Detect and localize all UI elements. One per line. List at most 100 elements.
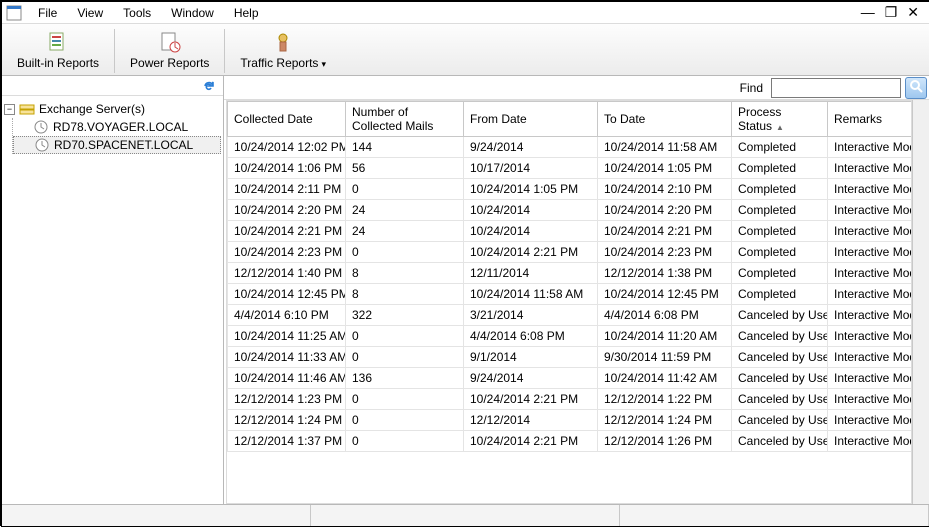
status-cell bbox=[311, 505, 620, 526]
table-cell: Interactive Mode: Some bbox=[828, 389, 913, 410]
table-row[interactable]: 4/4/2014 6:10 PM3223/21/20144/4/2014 6:0… bbox=[228, 305, 913, 326]
minimize-button[interactable]: — bbox=[861, 4, 875, 21]
tree-node[interactable]: RD70.SPACENET.LOCAL bbox=[13, 136, 221, 154]
vertical-scrollbar[interactable] bbox=[912, 100, 929, 504]
traffic-report-icon bbox=[271, 30, 295, 54]
table-cell: 9/30/2014 11:59 PM bbox=[598, 347, 732, 368]
find-bar: Find bbox=[224, 76, 929, 100]
table-row[interactable]: 10/24/2014 1:06 PM5610/17/201410/24/2014… bbox=[228, 158, 913, 179]
table-cell: 10/24/2014 11:42 AM bbox=[598, 368, 732, 389]
table-cell: 10/24/2014 11:46 AM bbox=[228, 368, 346, 389]
table-cell: 10/24/2014 2:21 PM bbox=[464, 431, 598, 452]
table-cell: Canceled by User bbox=[732, 305, 828, 326]
status-bar bbox=[2, 504, 929, 526]
menu-bar: File View Tools Window Help — ❐ ✕ bbox=[2, 2, 929, 24]
toolbar-separator bbox=[114, 29, 115, 73]
column-header[interactable]: Collected Date bbox=[228, 102, 346, 137]
table-cell: Canceled by User bbox=[732, 431, 828, 452]
table-cell: Interactive Mode bbox=[828, 221, 913, 242]
table-row[interactable]: 12/12/2014 1:24 PM012/12/201412/12/2014 … bbox=[228, 410, 913, 431]
table-cell: Completed bbox=[732, 263, 828, 284]
table-row[interactable]: 12/12/2014 1:23 PM010/24/2014 2:21 PM12/… bbox=[228, 389, 913, 410]
table-cell: Canceled by User bbox=[732, 326, 828, 347]
column-header[interactable]: To Date bbox=[598, 102, 732, 137]
close-button[interactable]: ✕ bbox=[907, 4, 919, 21]
table-cell: Interactive Mode bbox=[828, 284, 913, 305]
table-row[interactable]: 10/24/2014 11:25 AM04/4/2014 6:08 PM10/2… bbox=[228, 326, 913, 347]
refresh-icon[interactable] bbox=[201, 78, 217, 94]
table-cell: 10/24/2014 2:21 PM bbox=[598, 221, 732, 242]
table-cell: Interactive Mode: Some bbox=[828, 326, 913, 347]
builtin-reports-button[interactable]: Built-in Reports bbox=[8, 27, 108, 73]
table-cell: 9/24/2014 bbox=[464, 137, 598, 158]
table-cell: 10/24/2014 2:23 PM bbox=[228, 242, 346, 263]
toolbar: Built-in Reports Power Reports Traffic R… bbox=[2, 24, 929, 76]
table-cell: 8 bbox=[346, 284, 464, 305]
data-grid[interactable]: Collected DateNumber of Collected MailsF… bbox=[227, 101, 912, 452]
traffic-reports-button[interactable]: Traffic Reports▾ bbox=[231, 27, 335, 73]
table-cell: 10/24/2014 bbox=[464, 221, 598, 242]
grid-header-row[interactable]: Collected DateNumber of Collected MailsF… bbox=[228, 102, 913, 137]
builtin-reports-label: Built-in Reports bbox=[17, 56, 99, 70]
table-cell: Interactive Mode: Some bbox=[828, 431, 913, 452]
tree-root[interactable]: − Exchange Server(s) bbox=[4, 100, 221, 118]
menu-help[interactable]: Help bbox=[224, 4, 269, 22]
table-row[interactable]: 10/24/2014 12:02 PM1449/24/201410/24/201… bbox=[228, 137, 913, 158]
table-cell: 10/24/2014 1:05 PM bbox=[464, 179, 598, 200]
column-header[interactable]: Number of Collected Mails bbox=[346, 102, 464, 137]
table-row[interactable]: 10/24/2014 2:23 PM010/24/2014 2:21 PM10/… bbox=[228, 242, 913, 263]
menu-view[interactable]: View bbox=[67, 4, 113, 22]
table-cell: 4/4/2014 6:10 PM bbox=[228, 305, 346, 326]
power-reports-button[interactable]: Power Reports bbox=[121, 27, 218, 73]
menu-file[interactable]: File bbox=[28, 4, 67, 22]
content-panel: Find Collected DateNumber of Collected M… bbox=[224, 76, 929, 504]
restore-button[interactable]: ❐ bbox=[885, 4, 898, 21]
table-cell: Completed bbox=[732, 179, 828, 200]
table-cell: Completed bbox=[732, 221, 828, 242]
table-cell: 10/24/2014 2:21 PM bbox=[228, 221, 346, 242]
tree-node[interactable]: RD78.VOYAGER.LOCAL bbox=[13, 118, 221, 136]
column-header[interactable]: Process Status▲ bbox=[732, 102, 828, 137]
collapse-icon[interactable]: − bbox=[4, 104, 15, 115]
table-cell: 0 bbox=[346, 410, 464, 431]
table-cell: Interactive Mode bbox=[828, 137, 913, 158]
table-row[interactable]: 12/12/2014 1:37 PM010/24/2014 2:21 PM12/… bbox=[228, 431, 913, 452]
servers-icon bbox=[19, 101, 35, 117]
find-button[interactable] bbox=[905, 77, 927, 99]
table-cell: 9/24/2014 bbox=[464, 368, 598, 389]
table-cell: 10/24/2014 2:21 PM bbox=[464, 389, 598, 410]
table-cell: Completed bbox=[732, 200, 828, 221]
chevron-down-icon: ▾ bbox=[321, 59, 326, 69]
table-row[interactable]: 10/24/2014 2:11 PM010/24/2014 1:05 PM10/… bbox=[228, 179, 913, 200]
grid-scroll[interactable]: Collected DateNumber of Collected MailsF… bbox=[226, 100, 912, 504]
table-cell: 12/12/2014 1:37 PM bbox=[228, 431, 346, 452]
table-cell: 10/24/2014 12:45 PM bbox=[598, 284, 732, 305]
table-cell: Canceled by User bbox=[732, 389, 828, 410]
table-cell: 10/24/2014 12:45 PM bbox=[228, 284, 346, 305]
table-cell: 24 bbox=[346, 221, 464, 242]
table-row[interactable]: 12/12/2014 1:40 PM812/11/201412/12/2014 … bbox=[228, 263, 913, 284]
table-cell: 10/24/2014 2:11 PM bbox=[228, 179, 346, 200]
column-header[interactable]: Remarks bbox=[828, 102, 913, 137]
table-cell: 12/12/2014 1:23 PM bbox=[228, 389, 346, 410]
server-tree[interactable]: − Exchange Server(s) RD78.VOYAGER.LOCAL bbox=[2, 96, 223, 504]
column-header[interactable]: From Date bbox=[464, 102, 598, 137]
table-row[interactable]: 10/24/2014 11:33 AM09/1/20149/30/2014 11… bbox=[228, 347, 913, 368]
table-row[interactable]: 10/24/2014 12:45 PM810/24/2014 11:58 AM1… bbox=[228, 284, 913, 305]
table-cell: Interactive Mode bbox=[828, 179, 913, 200]
table-cell: 0 bbox=[346, 389, 464, 410]
table-row[interactable]: 10/24/2014 2:20 PM2410/24/201410/24/2014… bbox=[228, 200, 913, 221]
table-cell: 0 bbox=[346, 347, 464, 368]
table-cell: Canceled by User bbox=[732, 368, 828, 389]
menu-window[interactable]: Window bbox=[161, 4, 224, 22]
table-row[interactable]: 10/24/2014 11:46 AM1369/24/201410/24/201… bbox=[228, 368, 913, 389]
find-input[interactable] bbox=[771, 78, 901, 98]
table-cell: Interactive Mode: Some bbox=[828, 347, 913, 368]
table-cell: 10/24/2014 12:02 PM bbox=[228, 137, 346, 158]
table-cell: Interactive Mode bbox=[828, 158, 913, 179]
table-row[interactable]: 10/24/2014 2:21 PM2410/24/201410/24/2014… bbox=[228, 221, 913, 242]
power-report-icon bbox=[158, 30, 182, 54]
table-cell: 12/12/2014 1:38 PM bbox=[598, 263, 732, 284]
menu-tools[interactable]: Tools bbox=[113, 4, 161, 22]
table-cell: 12/12/2014 bbox=[464, 410, 598, 431]
